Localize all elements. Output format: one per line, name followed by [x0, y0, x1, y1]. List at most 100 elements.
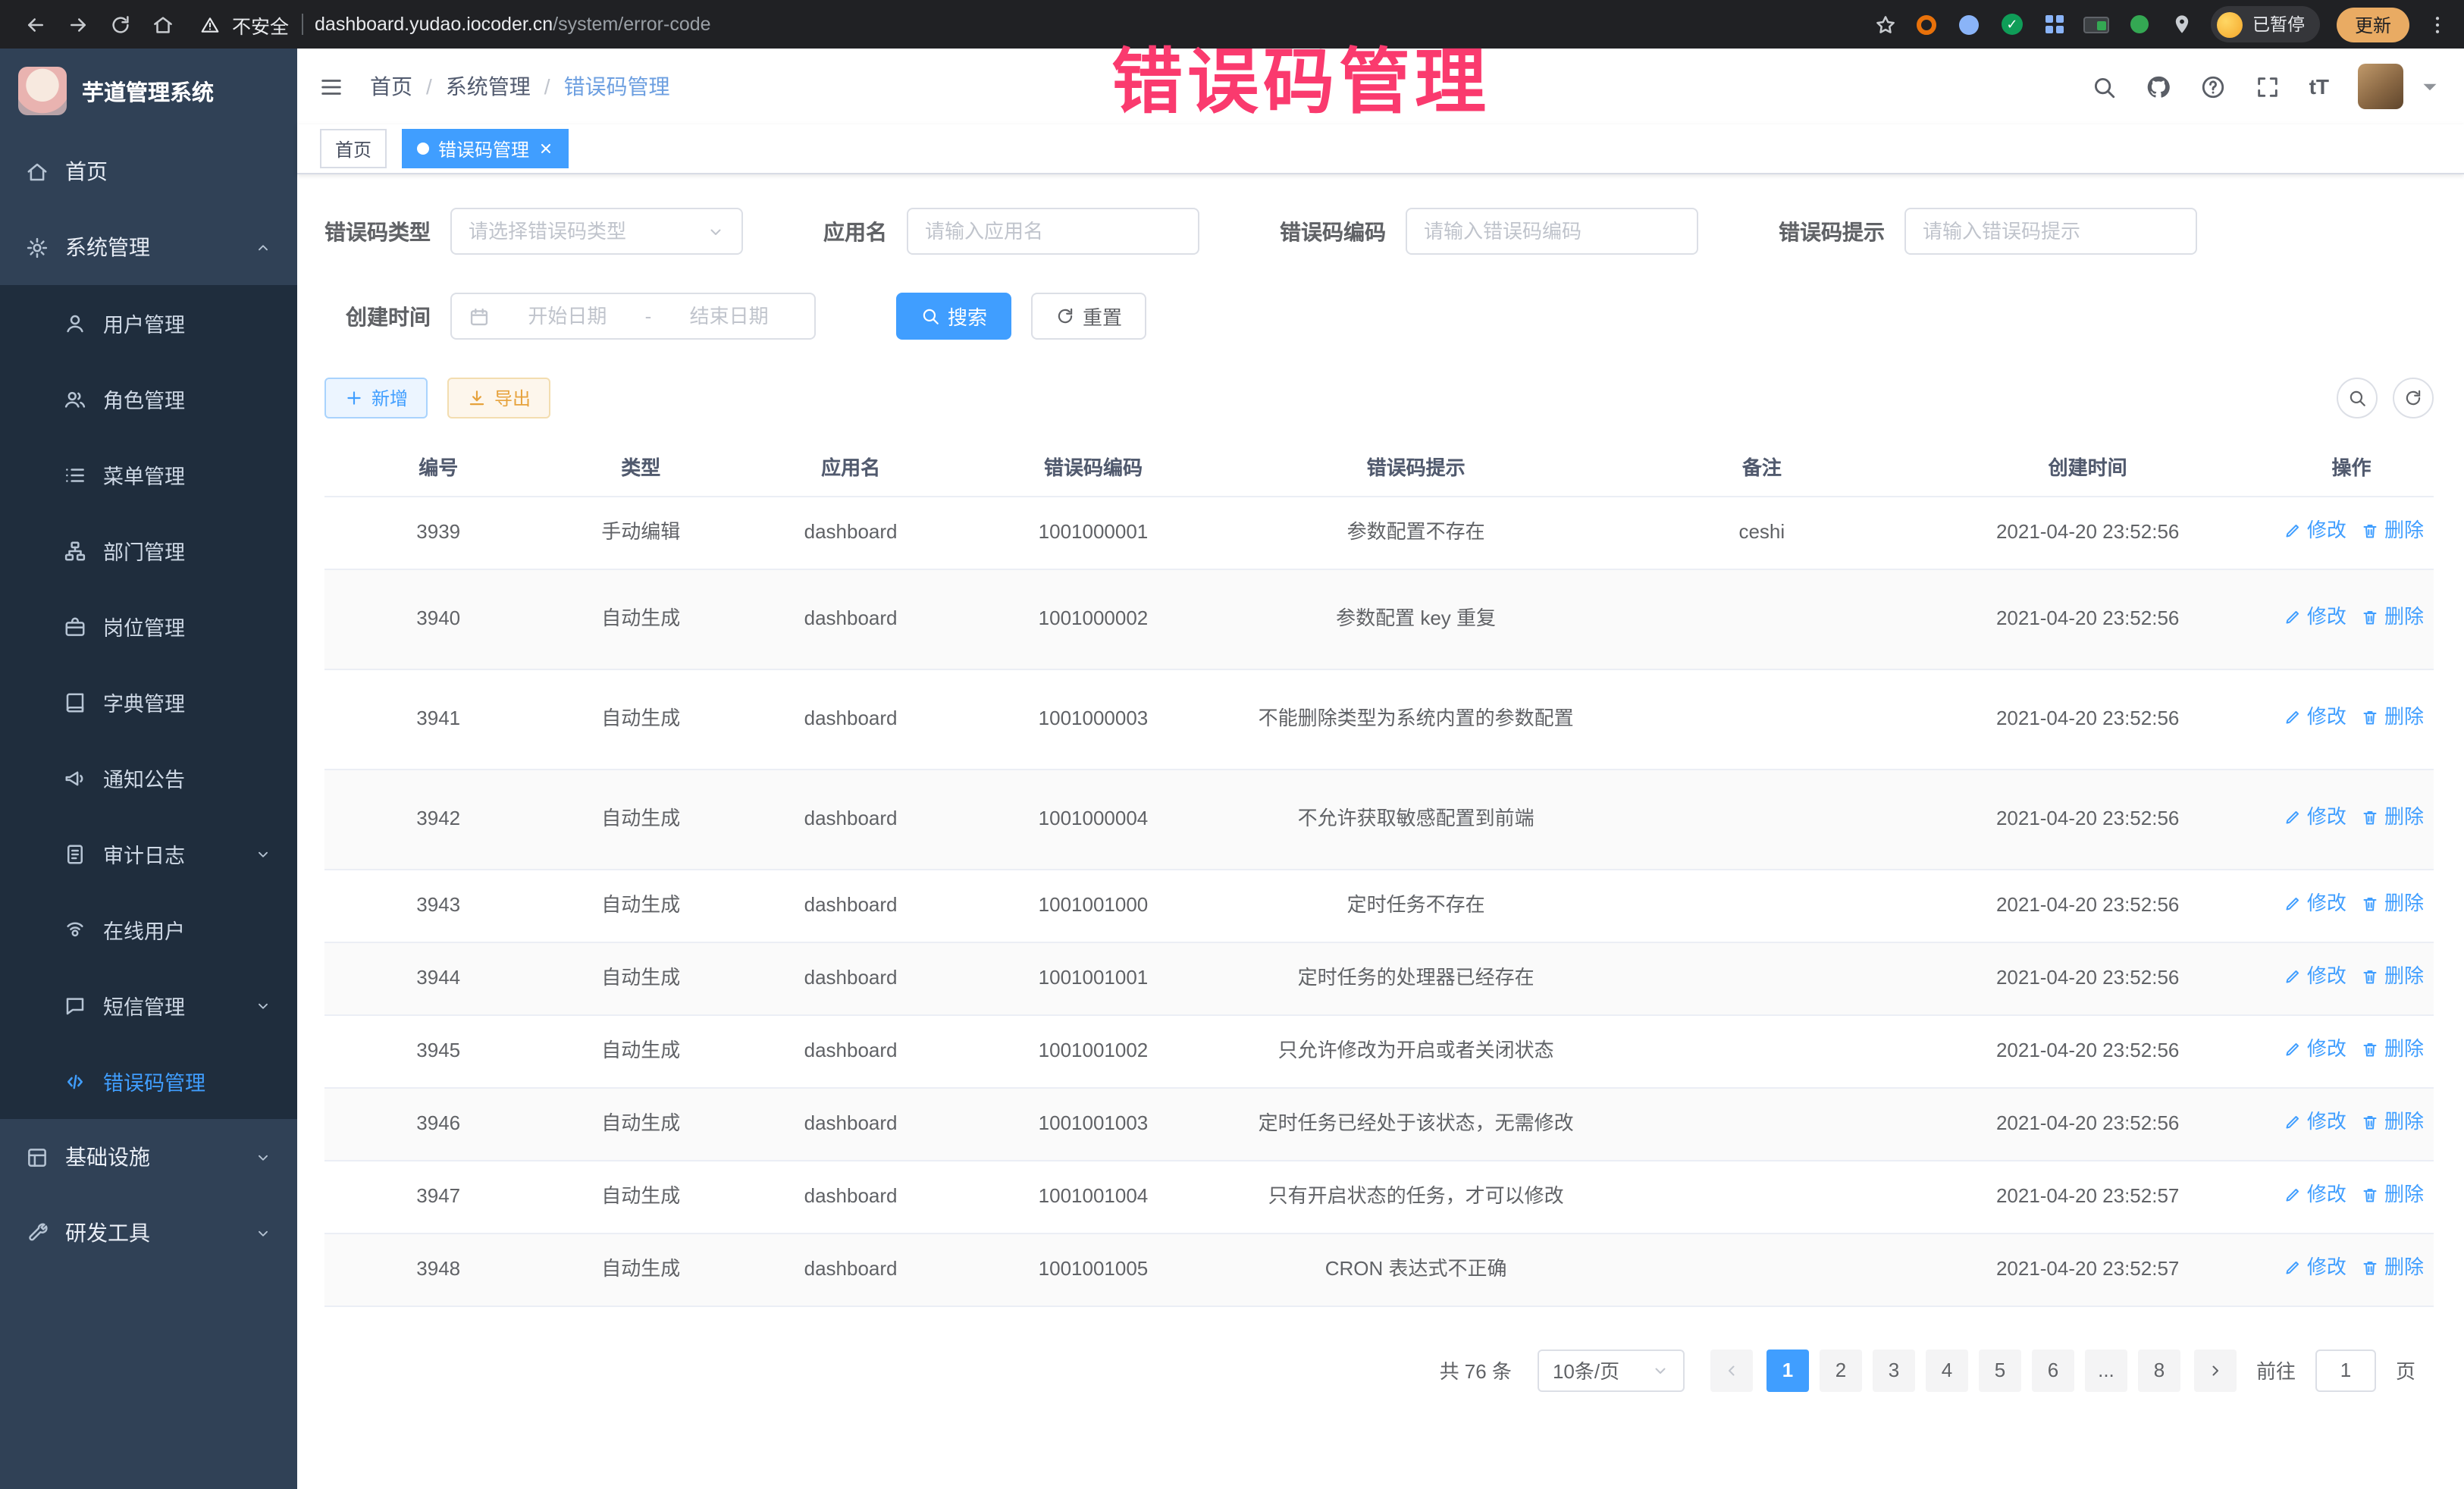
add-button[interactable]: 新增	[324, 378, 428, 418]
address-bar[interactable]: 不安全 dashboard.yudao.iocoder.cn/system/er…	[200, 5, 1857, 44]
next-page-button[interactable]	[2194, 1349, 2237, 1391]
sidebar-item-notice[interactable]: 通知公告	[0, 740, 297, 816]
page-6-button[interactable]: 6	[2032, 1349, 2074, 1391]
delete-link[interactable]: 删除	[2362, 889, 2424, 919]
edit-link[interactable]: 修改	[2284, 1107, 2346, 1137]
delete-link[interactable]: 删除	[2362, 802, 2424, 832]
edit-link[interactable]: 修改	[2284, 961, 2346, 992]
sidebar-item-menu-mgmt[interactable]: 菜单管理	[0, 437, 297, 513]
sidebar-item-user-mgmt[interactable]: 用户管理	[0, 285, 297, 361]
error-type-select[interactable]	[450, 208, 743, 255]
page-1-button[interactable]: 1	[1766, 1349, 1809, 1391]
delete-link[interactable]: 删除	[2362, 1180, 2424, 1210]
error-message-input[interactable]	[1923, 220, 2179, 243]
sidebar-item-online-user[interactable]: 在线用户	[0, 892, 297, 967]
sidebar-item-dept-mgmt[interactable]: 部门管理	[0, 513, 297, 588]
breadcrumb-system[interactable]: 系统管理	[446, 71, 531, 102]
extension-icon-green[interactable]	[2127, 11, 2152, 37]
edit-link[interactable]: 修改	[2284, 802, 2346, 832]
export-button[interactable]: 导出	[447, 378, 550, 418]
back-button[interactable]	[15, 5, 55, 44]
extension-icon-recorder[interactable]	[1914, 11, 1940, 37]
edit-link[interactable]: 修改	[2284, 1180, 2346, 1210]
font-size-icon[interactable]: tT	[2309, 74, 2329, 99]
start-date-input[interactable]	[499, 305, 636, 328]
page-3-button[interactable]: 3	[1873, 1349, 1915, 1391]
delete-link[interactable]: 删除	[2362, 1034, 2424, 1064]
edit-link[interactable]: 修改	[2284, 602, 2346, 632]
edit-link[interactable]: 修改	[2284, 516, 2346, 546]
browser-update-button[interactable]: 更新	[2337, 7, 2409, 42]
error-message-field[interactable]	[1904, 208, 2197, 255]
extension-icon-grid[interactable]	[2042, 11, 2067, 37]
edit-link[interactable]: 修改	[2284, 1034, 2346, 1064]
date-range-picker[interactable]: -	[450, 293, 816, 340]
app-logo[interactable]: 芋道管理系统	[0, 49, 297, 133]
delete-icon	[2362, 708, 2380, 726]
cell-id: 3945	[324, 1014, 552, 1087]
cell-app-name: dashboard	[729, 1160, 972, 1233]
tab-error-code[interactable]: 错误码管理	[402, 129, 569, 168]
sidebar-item-audit-log[interactable]: 审计日志	[0, 816, 297, 892]
end-date-input[interactable]	[660, 305, 798, 328]
page-more-button[interactable]: ...	[2085, 1349, 2127, 1391]
jump-page-input[interactable]	[2315, 1349, 2376, 1391]
sidebar-item-error-code[interactable]: 错误码管理	[0, 1043, 297, 1119]
breadcrumb-home[interactable]: 首页	[370, 71, 412, 102]
error-code-field[interactable]	[1406, 208, 1698, 255]
edit-link[interactable]: 修改	[2284, 1252, 2346, 1283]
extension-icon-blue[interactable]	[1957, 11, 1983, 37]
refresh-table-button[interactable]	[2393, 378, 2434, 418]
close-icon[interactable]	[538, 141, 553, 156]
bookmark-star-icon[interactable]	[1875, 13, 1898, 36]
sidebar-item-sms-mgmt[interactable]: 短信管理	[0, 967, 297, 1043]
kebab-menu-icon[interactable]	[2426, 13, 2449, 36]
reset-button[interactable]: 重置	[1031, 293, 1146, 340]
tab-home[interactable]: 首页	[320, 129, 387, 168]
error-type-input[interactable]	[469, 220, 698, 243]
sidebar-item-role-mgmt[interactable]: 角色管理	[0, 361, 297, 437]
search-icon[interactable]	[2091, 74, 2117, 99]
delete-link[interactable]: 删除	[2362, 516, 2424, 546]
browser-profile-chip[interactable]: 已暂停	[2212, 6, 2320, 42]
extension-icon-check[interactable]: ✓	[1999, 11, 2025, 37]
github-icon[interactable]	[2146, 74, 2171, 99]
extension-icon-pin[interactable]	[2169, 11, 2195, 37]
delete-link[interactable]: 删除	[2362, 1107, 2424, 1137]
cell-create-time: 2021-04-20 23:52:57	[1906, 1233, 2269, 1306]
home-button[interactable]	[143, 5, 182, 44]
cell-id: 3946	[324, 1087, 552, 1160]
sidebar-item-infra[interactable]: 基础设施	[0, 1119, 297, 1195]
toggle-search-button[interactable]	[2337, 378, 2378, 418]
sidebar-item-dev-tools[interactable]: 研发工具	[0, 1195, 297, 1271]
page-5-button[interactable]: 5	[1979, 1349, 2021, 1391]
page-8-button[interactable]: 8	[2138, 1349, 2180, 1391]
delete-link[interactable]: 删除	[2362, 702, 2424, 732]
sidebar-item-home[interactable]: 首页	[0, 133, 297, 209]
edit-link[interactable]: 修改	[2284, 702, 2346, 732]
fullscreen-icon[interactable]	[2255, 74, 2281, 99]
sidebar-item-post-mgmt[interactable]: 岗位管理	[0, 588, 297, 664]
search-button[interactable]: 搜索	[896, 293, 1011, 340]
caret-down-icon[interactable]	[2417, 74, 2443, 99]
reload-button[interactable]	[100, 5, 140, 44]
page-4-button[interactable]: 4	[1926, 1349, 1968, 1391]
page-size-select[interactable]: 10条/页	[1538, 1349, 1685, 1391]
table-row: 3942自动生成dashboard1001000004不允许获取敏感配置到前端2…	[324, 769, 2434, 869]
error-code-input[interactable]	[1424, 220, 1680, 243]
delete-link[interactable]: 删除	[2362, 961, 2424, 992]
hamburger-icon[interactable]	[318, 74, 344, 99]
app-name-field[interactable]	[907, 208, 1199, 255]
extension-icon-switch[interactable]	[2084, 11, 2110, 37]
app-name-input[interactable]	[925, 220, 1181, 243]
sidebar-item-system[interactable]: 系统管理	[0, 209, 297, 285]
forward-button[interactable]	[58, 5, 97, 44]
sidebar-item-dict-mgmt[interactable]: 字典管理	[0, 664, 297, 740]
edit-link[interactable]: 修改	[2284, 889, 2346, 919]
delete-link[interactable]: 删除	[2362, 1252, 2424, 1283]
delete-link[interactable]: 删除	[2362, 602, 2424, 632]
prev-page-button[interactable]	[1710, 1349, 1753, 1391]
user-avatar[interactable]	[2358, 64, 2403, 109]
help-icon[interactable]	[2200, 74, 2226, 99]
page-2-button[interactable]: 2	[1820, 1349, 1862, 1391]
